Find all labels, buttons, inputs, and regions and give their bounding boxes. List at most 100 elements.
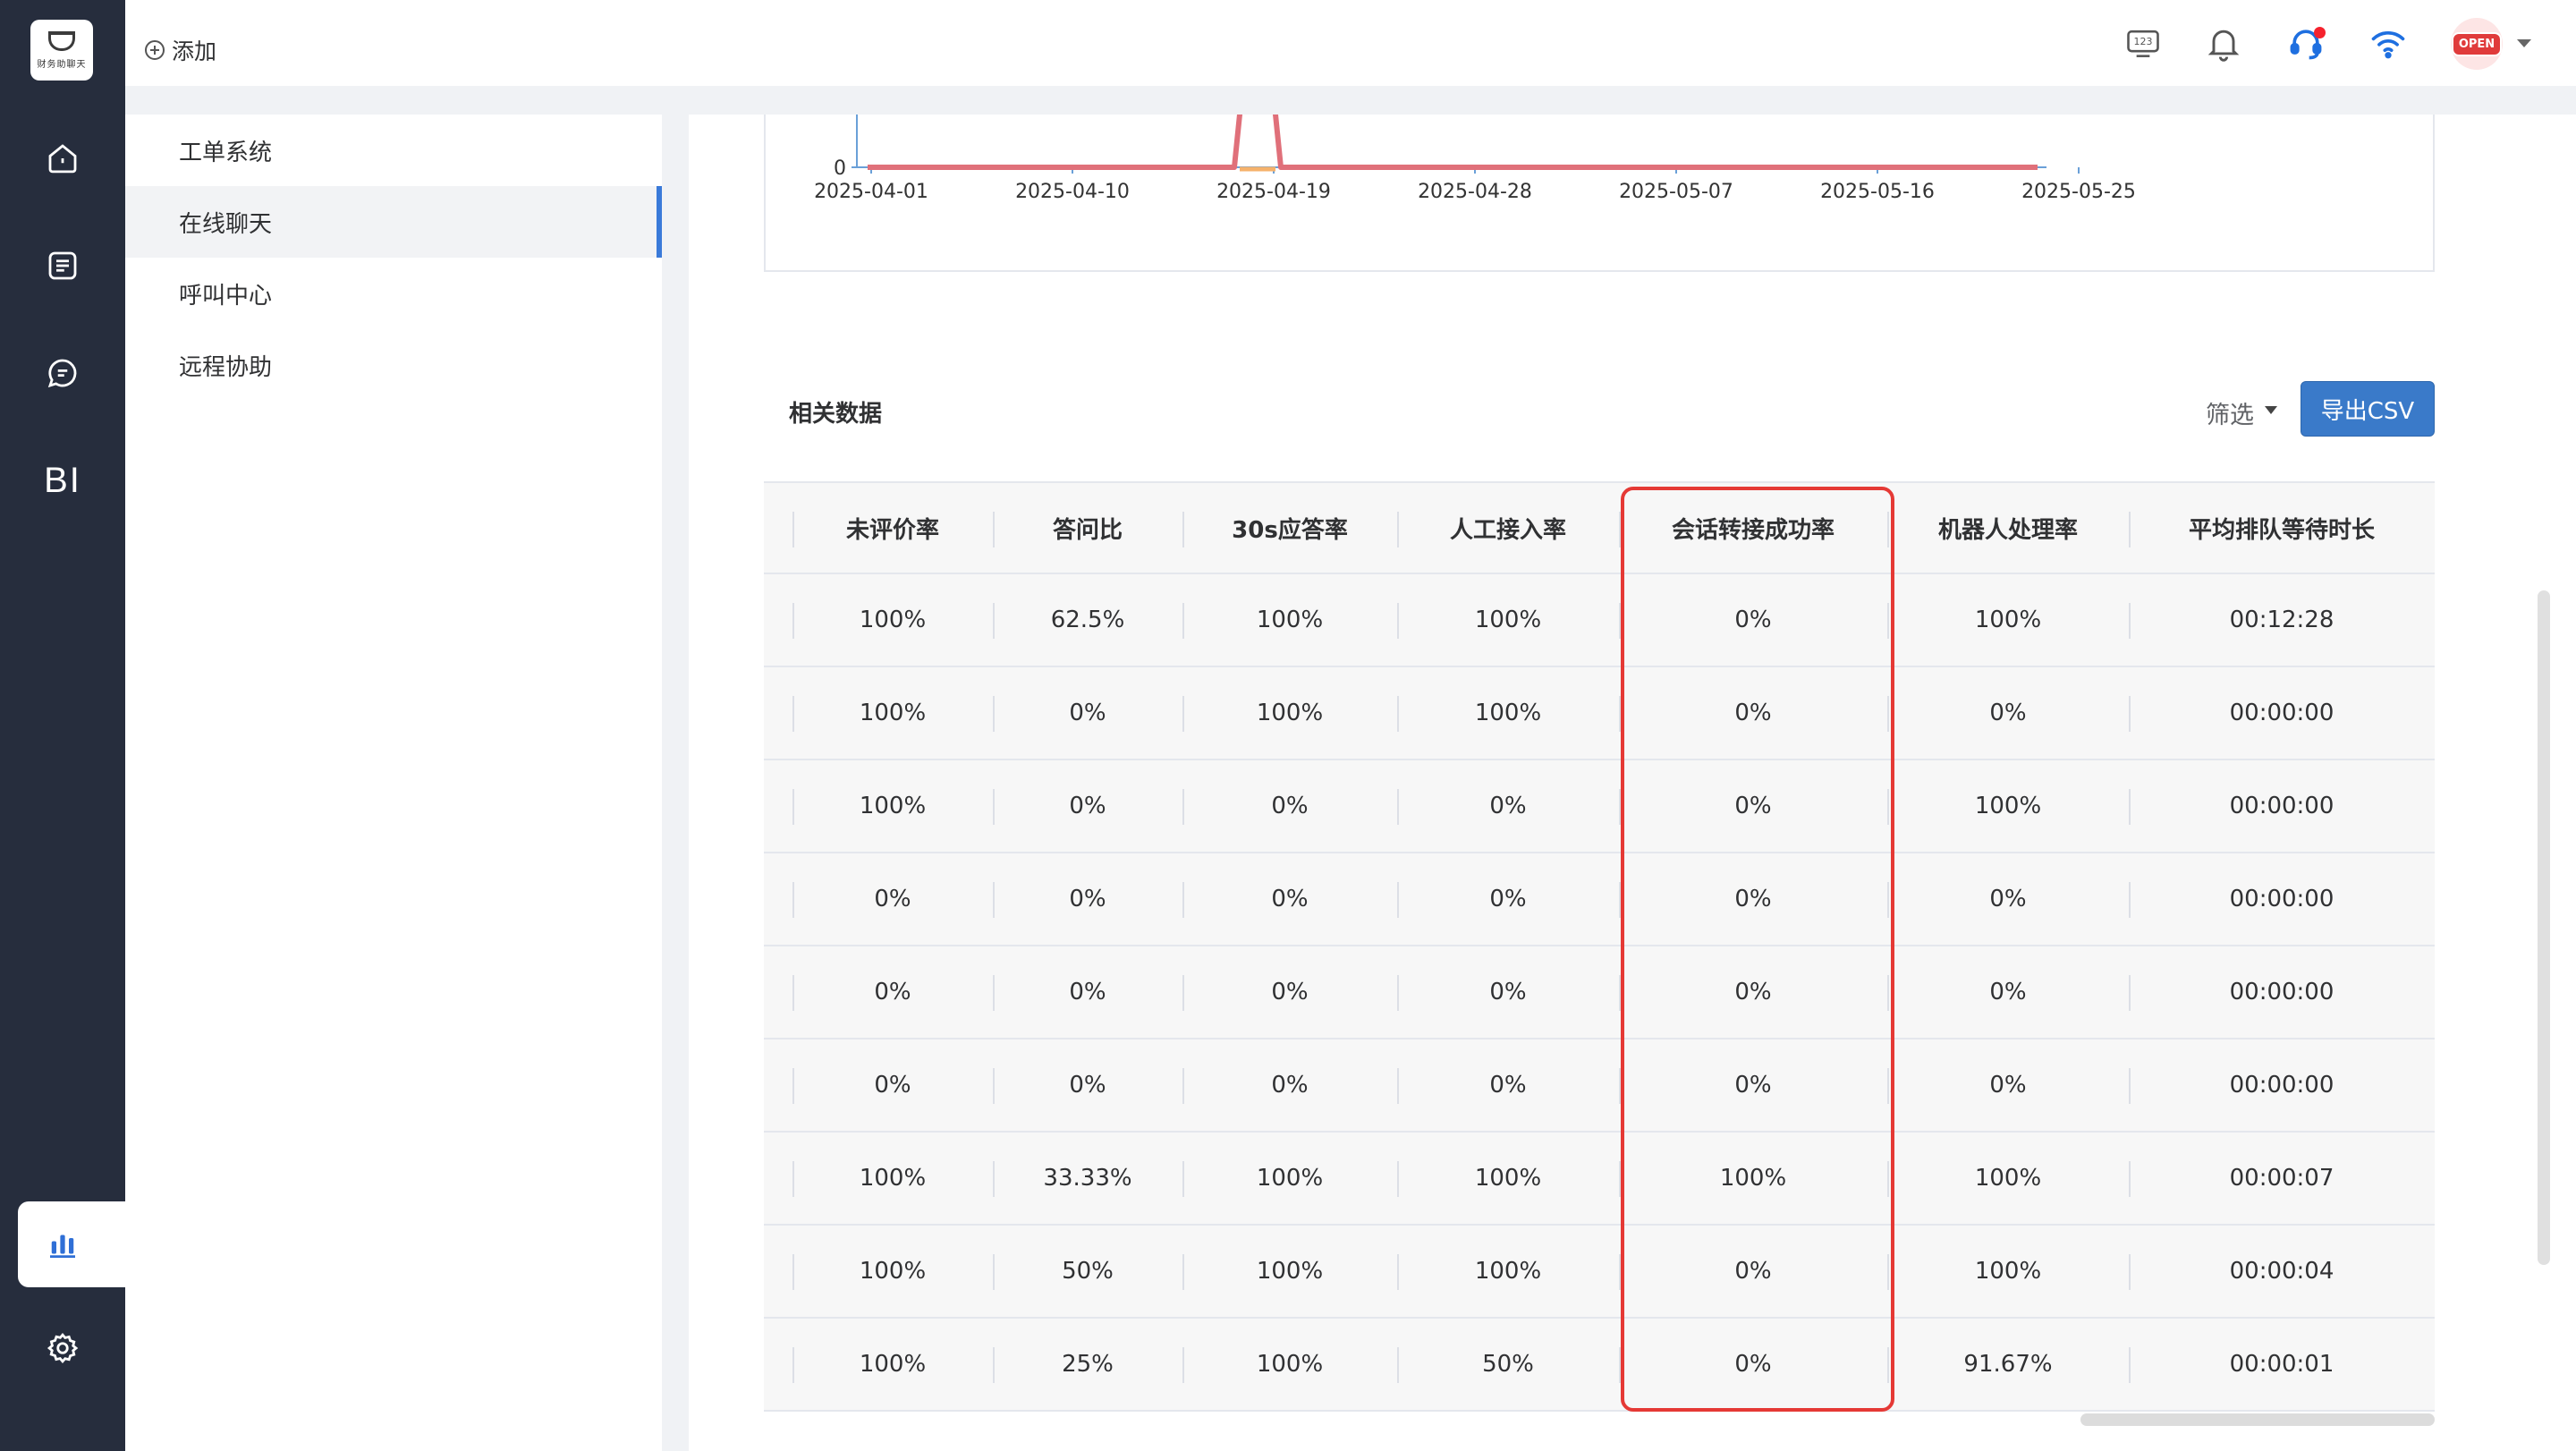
table-header: 未评价率 答问比 30s应答率 人工接入率 会话转接成功率 机器人处理率 平均排… — [764, 481, 2435, 574]
table-cell: 100% — [1887, 1133, 2129, 1224]
table-row[interactable]: 100% 33.33% 100% 100% 100% 100% 00:00:07 — [764, 1133, 2435, 1226]
table-row[interactable]: 0% 0% 0% 0% 0% 0% 00:00:00 — [764, 946, 2435, 1039]
table-cell: 0% — [1887, 853, 2129, 945]
table-cell: 100% — [1182, 574, 1397, 666]
column-header[interactable]: 人工接入率 — [1397, 483, 1619, 573]
export-csv-button[interactable]: 导出CSV — [2301, 381, 2435, 437]
nav-documents[interactable] — [18, 225, 107, 306]
row-spacer — [764, 574, 792, 666]
data-table: 未评价率 答问比 30s应答率 人工接入率 会话转接成功率 机器人处理率 平均排… — [764, 481, 2435, 1412]
table-row[interactable]: 100% 50% 100% 100% 0% 100% 00:00:04 — [764, 1226, 2435, 1319]
keyboard-123-icon: 123 — [2127, 30, 2159, 57]
notifications-button[interactable] — [2200, 20, 2247, 66]
avatar-open-sign: OPEN — [2451, 31, 2503, 56]
add-button-label: 添加 — [172, 38, 217, 64]
top-bar: 添加 123 OPEN — [125, 0, 2576, 86]
vertical-scrollbar[interactable] — [2538, 590, 2550, 1265]
table-row[interactable]: 100% 25% 100% 50% 0% 91.67% 00:00:01 — [764, 1319, 2435, 1412]
table-row[interactable]: 100% 0% 0% 0% 0% 100% 00:00:00 — [764, 760, 2435, 853]
table-cell: 100% — [792, 1319, 993, 1410]
table-cell: 00:00:04 — [2129, 1226, 2435, 1317]
user-avatar[interactable]: OPEN — [2451, 18, 2503, 70]
submenu-item-ticket-system[interactable]: 工单系统 — [125, 115, 662, 186]
table-cell: 0% — [792, 1039, 993, 1131]
table-cell: 100% — [1397, 667, 1619, 759]
table-row[interactable]: 100% 62.5% 100% 100% 0% 100% 00:12:28 — [764, 574, 2435, 667]
column-header[interactable]: 未评价率 — [792, 483, 993, 573]
table-cell: 0% — [1887, 946, 2129, 1038]
submenu-item-call-center[interactable]: 呼叫中心 — [125, 258, 662, 329]
table-cell: 100% — [1397, 574, 1619, 666]
row-spacer — [764, 760, 792, 852]
bell-icon — [2207, 30, 2240, 62]
home-icon — [48, 144, 77, 174]
table-cell: 0% — [1619, 853, 1887, 945]
table-cell: 00:00:07 — [2129, 1133, 2435, 1224]
table-cell: 0% — [1619, 667, 1887, 759]
table-cell: 0% — [1397, 760, 1619, 852]
table-row[interactable]: 0% 0% 0% 0% 0% 0% 00:00:00 — [764, 853, 2435, 946]
chevron-down-icon[interactable] — [2517, 39, 2531, 47]
table-cell: 50% — [1397, 1319, 1619, 1410]
caret-down-icon — [2265, 406, 2277, 414]
table-cell: 100% — [1397, 1226, 1619, 1317]
table-cell: 100% — [792, 1133, 993, 1224]
submenu-item-remote-assist[interactable]: 远程协助 — [125, 329, 662, 401]
table-cell: 100% — [1182, 1226, 1397, 1317]
app-logo[interactable]: 财务助聊天 — [30, 20, 93, 81]
logo-text: 财务助聊天 — [37, 59, 87, 70]
table-cell: 0% — [1397, 946, 1619, 1038]
table-cell: 25% — [993, 1319, 1182, 1410]
row-spacer — [764, 853, 792, 945]
table-cell: 50% — [993, 1226, 1182, 1317]
row-spacer — [764, 1133, 792, 1224]
x-tick-label: 2025-05-07 — [1619, 181, 1733, 203]
table-cell: 0% — [1182, 853, 1397, 945]
keyboard-button[interactable]: 123 — [2120, 20, 2166, 66]
nav-statistics[interactable] — [18, 1204, 107, 1285]
network-status[interactable] — [2365, 20, 2411, 66]
table-cell: 100% — [792, 667, 993, 759]
table-cell: 100% — [792, 1226, 993, 1317]
table-cell: 0% — [1182, 946, 1397, 1038]
table-cell: 0% — [792, 853, 993, 945]
column-header[interactable]: 答问比 — [993, 483, 1182, 573]
x-tick-label: 2025-04-28 — [1418, 181, 1532, 203]
unread-dot — [2314, 27, 2326, 38]
filter-dropdown[interactable]: 筛选 — [2206, 395, 2277, 430]
table-cell: 0% — [993, 853, 1182, 945]
x-tick-label: 2025-04-19 — [1216, 181, 1331, 203]
chat-icon — [47, 359, 77, 388]
section-title: 相关数据 — [789, 401, 883, 428]
column-header[interactable]: 会话转接成功率 — [1619, 483, 1887, 573]
table-cell: 100% — [1887, 760, 2129, 852]
wifi-icon — [2371, 31, 2405, 59]
table-cell: 62.5% — [993, 574, 1182, 666]
table-cell: 100% — [1887, 1226, 2129, 1317]
row-spacer — [764, 946, 792, 1038]
column-header[interactable]: 机器人处理率 — [1887, 483, 2129, 573]
table-row[interactable]: 100% 0% 100% 100% 0% 0% 00:00:00 — [764, 667, 2435, 760]
header-spacer — [764, 483, 792, 573]
nav-settings[interactable] — [18, 1308, 107, 1388]
table-cell: 0% — [1619, 1319, 1887, 1410]
table-cell: 00:00:00 — [2129, 853, 2435, 945]
column-header[interactable]: 30s应答率 — [1182, 483, 1397, 573]
support-button[interactable] — [2283, 20, 2329, 66]
document-icon — [48, 251, 77, 280]
nav-home[interactable] — [18, 118, 107, 199]
horizontal-scrollbar[interactable] — [2080, 1413, 2435, 1426]
row-spacer — [764, 1319, 792, 1410]
submenu-item-online-chat[interactable]: 在线聊天 — [125, 186, 662, 258]
main-nav: 财务助聊天 BI — [0, 0, 125, 1451]
x-tick-label: 2025-05-16 — [1820, 181, 1935, 203]
nav-chat[interactable] — [18, 333, 107, 413]
table-row[interactable]: 0% 0% 0% 0% 0% 0% 00:00:00 — [764, 1039, 2435, 1133]
table-cell: 100% — [1182, 1133, 1397, 1224]
nav-bi[interactable]: BI — [18, 440, 107, 521]
add-button[interactable]: 添加 — [145, 34, 216, 66]
column-header[interactable]: 平均排队等待时长 — [2129, 483, 2435, 573]
coffee-cup-icon — [48, 30, 75, 51]
x-tick-label: 2025-04-10 — [1015, 181, 1130, 203]
table-cell: 0% — [1619, 1039, 1887, 1131]
